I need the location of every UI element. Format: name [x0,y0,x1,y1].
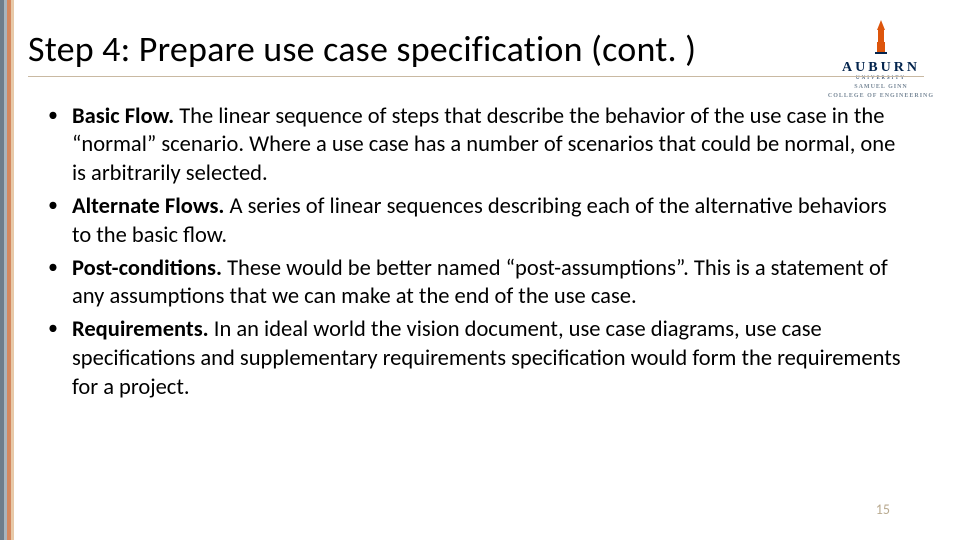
bullet-term: Post-conditions. [72,255,222,282]
list-item: Requirements. In an ideal world the visi… [72,316,904,402]
list-item: Post-conditions. These would be better n… [72,255,904,313]
list-item: Alternate Flows. A series of linear sequ… [72,193,904,251]
bullet-body: The linear sequence of steps that descri… [72,103,895,188]
slide-title: Step 4: Prepare use case specification (… [28,30,924,70]
bullet-term: Alternate Flows. [72,193,224,220]
slide-content: Step 4: Prepare use case specification (… [28,30,924,520]
page-number: 15 [876,501,890,518]
left-accent-stripe [0,0,14,540]
title-rule [28,76,924,77]
bullet-term: Basic Flow. [72,103,174,130]
bullet-list: Basic Flow. The linear sequence of steps… [72,103,904,403]
bullet-term: Requirements. [72,316,209,343]
list-item: Basic Flow. The linear sequence of steps… [72,103,904,189]
